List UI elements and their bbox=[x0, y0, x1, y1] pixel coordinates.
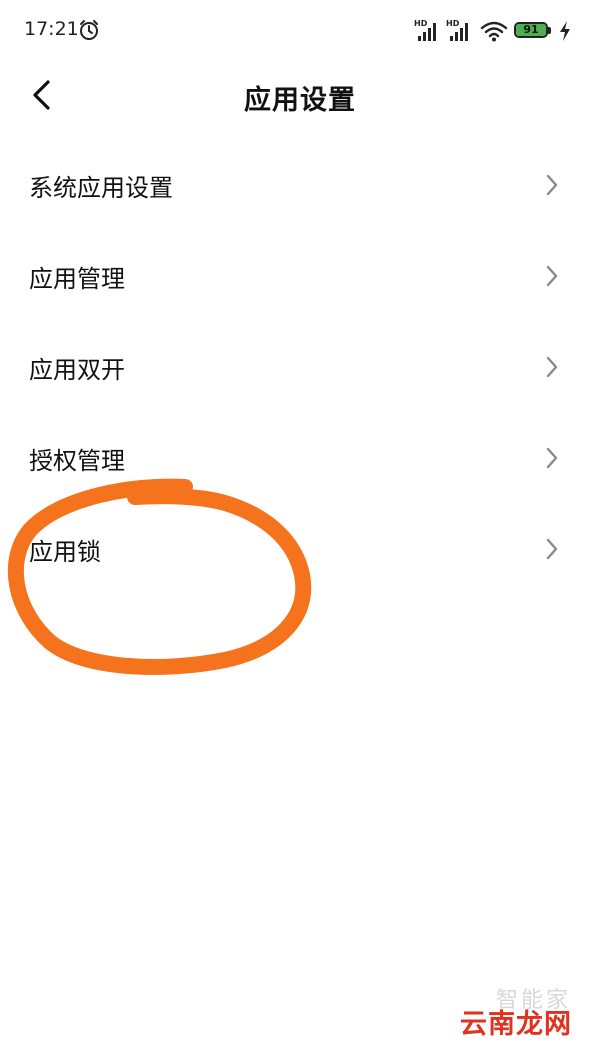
menu-item-label: 应用管理 bbox=[29, 265, 125, 293]
svg-text:HD: HD bbox=[446, 19, 460, 28]
header: 应用设置 bbox=[0, 62, 600, 128]
alarm-icon bbox=[80, 20, 98, 40]
charging-icon bbox=[560, 21, 570, 41]
status-bar: 17:21 HD HD 91 bbox=[0, 0, 600, 62]
menu-item-label: 应用锁 bbox=[29, 538, 101, 566]
signal-icon: HD bbox=[414, 19, 436, 41]
menu-item-app-management[interactable]: 应用管理 bbox=[0, 231, 600, 322]
menu-item-label: 应用双开 bbox=[29, 356, 125, 384]
chevron-right-icon bbox=[546, 174, 558, 196]
chevron-right-icon bbox=[546, 447, 558, 469]
menu-item-system-app-settings[interactable]: 系统应用设置 bbox=[0, 140, 600, 231]
menu-item-dual-apps[interactable]: 应用双开 bbox=[0, 322, 600, 413]
chevron-right-icon bbox=[546, 538, 558, 560]
chevron-right-icon bbox=[546, 356, 558, 378]
svg-text:HD: HD bbox=[414, 19, 428, 28]
battery-icon: 91 bbox=[514, 22, 552, 40]
chevron-right-icon bbox=[546, 265, 558, 287]
page-title: 应用设置 bbox=[244, 85, 356, 116]
menu-item-label: 授权管理 bbox=[29, 447, 125, 475]
menu-item-permissions[interactable]: 授权管理 bbox=[0, 413, 600, 504]
menu-item-label: 系统应用设置 bbox=[29, 174, 173, 202]
battery-level: 91 bbox=[523, 23, 539, 36]
status-time: 17:21 bbox=[24, 18, 79, 40]
watermark-bottom: 云南龙网 bbox=[460, 1009, 572, 1040]
signal-icon: HD bbox=[446, 19, 468, 41]
wifi-icon bbox=[480, 21, 508, 42]
menu-item-app-lock[interactable]: 应用锁 bbox=[0, 504, 600, 595]
settings-menu: 系统应用设置 应用管理 应用双开 授权管理 应用锁 bbox=[0, 140, 600, 595]
